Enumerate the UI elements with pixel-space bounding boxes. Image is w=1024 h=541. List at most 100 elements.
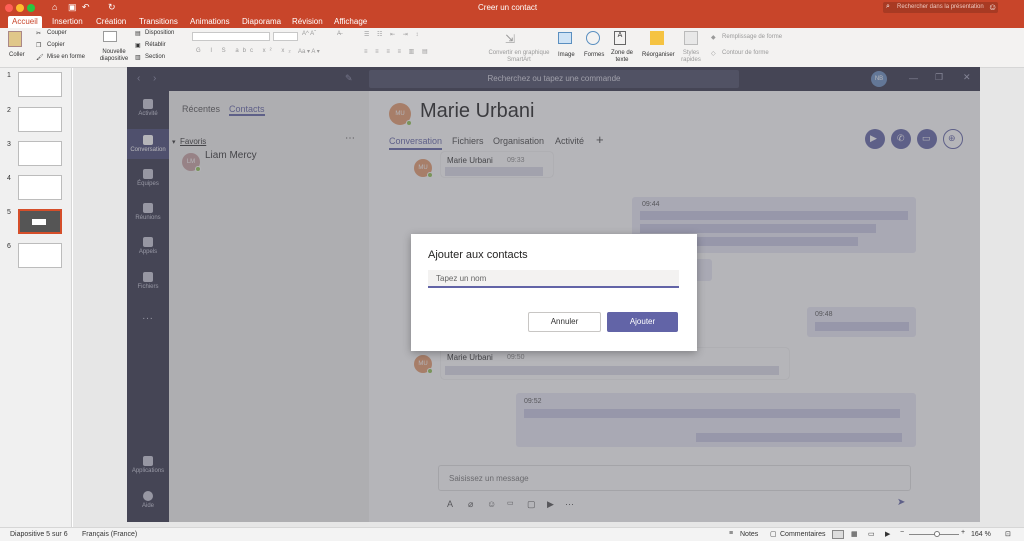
zoom-slider[interactable] [909,531,959,537]
tab-affichage[interactable]: Affichage [330,16,371,28]
normal-view-icon[interactable] [832,530,844,539]
smiley-icon[interactable]: ☺ [988,2,997,12]
shape-fill-button[interactable]: Remplissage de forme [722,34,782,40]
zoom-in-icon[interactable]: + [961,529,965,536]
zoom-window-icon[interactable] [27,4,35,12]
smartart-button[interactable]: Convertir en graphique SmartArt [488,50,550,64]
name-input-placeholder: Tapez un nom [436,274,487,283]
slide-number: 2 [7,107,11,114]
document-search-placeholder: Rechercher dans la présentation [897,4,984,10]
cut-icon[interactable]: ✂ [36,30,41,37]
ribbon: Coller ✂ Couper ❐ Copier 🖌 Mise en forme… [0,28,1024,68]
dialog-title: Ajouter aux contacts [428,249,528,261]
arrange-button[interactable]: Réorganiser [642,52,675,58]
font-style-icons[interactable]: G I S abc x² x₂ [196,48,295,54]
language-status[interactable]: Français (France) [82,531,137,538]
section-icon[interactable]: ▥ [135,54,141,61]
notes-button[interactable]: Notes [740,531,758,538]
tab-diaporama[interactable]: Diaporama [238,16,285,28]
format-painter-button[interactable]: Mise en forme [47,54,85,60]
undo-icon[interactable]: ↶ [82,2,90,13]
teams-window: ‹ › ✎ Recherchez ou tapez une commande N… [127,67,980,522]
shape-outline-button[interactable]: Contour de forme [722,50,769,56]
name-input[interactable]: Tapez un nom [428,270,679,288]
smartart-icon[interactable]: ⇲ [505,32,515,46]
notes-icon[interactable]: ≡ [729,530,733,537]
thumb-dialog [32,219,46,225]
zoom-level[interactable]: 164 % [971,531,991,538]
tab-animations[interactable]: Animations [186,16,234,28]
slide-thumb-1[interactable] [18,72,62,97]
comments-icon[interactable]: ▢ [770,530,777,538]
tab-creation[interactable]: Création [92,16,130,28]
layout-button[interactable]: Disposition [145,30,174,36]
image-button[interactable]: Image [558,52,575,58]
image-icon[interactable] [558,32,572,44]
slide-thumb-6[interactable] [18,243,62,268]
layout-icon[interactable]: ▤ [135,30,141,37]
quick-styles-icon[interactable] [684,31,698,45]
copy-button[interactable]: Copier [47,42,65,48]
close-window-icon[interactable] [5,4,13,12]
tab-accueil[interactable]: Accueil [8,16,42,28]
new-slide-button[interactable]: Nouvelle diapositive [99,49,129,63]
slide-number: 1 [7,72,11,79]
shapes-button[interactable]: Formes [584,52,604,58]
new-slide-icon[interactable] [103,31,117,42]
textbox-button[interactable]: Zone de texte [610,50,634,64]
slide-number: 3 [7,141,11,148]
ribbon-tabs: Accueil Insertion Création Transitions A… [0,16,1024,28]
reset-button[interactable]: Rétablir [145,42,166,48]
document-search[interactable]: ⌕ Rechercher dans la présentation [883,2,998,13]
clear-format-icon[interactable]: A̶ [337,31,341,37]
list-icons[interactable]: ☰ ☷ ⇤ ⇥ ↕ [364,31,421,38]
slide-thumb-4[interactable] [18,175,62,200]
slide-number: 6 [7,243,11,250]
shapes-icon[interactable] [586,31,600,45]
shape-outline-icon[interactable]: ◇ [711,50,716,57]
status-bar: Diapositive 5 sur 6 Français (France) ≡ … [0,527,1024,541]
reset-icon[interactable]: ▣ [135,42,141,49]
tab-insertion[interactable]: Insertion [48,16,87,28]
font-size-select[interactable] [273,32,298,41]
home-icon[interactable]: ⌂ [52,2,57,12]
slide-thumb-2[interactable] [18,107,62,132]
reading-view-icon[interactable]: ▭ [868,530,875,538]
tab-transitions[interactable]: Transitions [135,16,182,28]
redo-icon[interactable]: ↻ [108,2,116,13]
slide-number: 5 [7,209,11,216]
grow-shrink-font-icon[interactable]: A^ Aˇ [302,31,316,37]
cut-button[interactable]: Couper [47,30,67,36]
paste-icon[interactable] [8,31,22,47]
slide-info: Diapositive 5 sur 6 [10,531,68,538]
add-contact-dialog: Ajouter aux contacts Tapez un nom Annule… [411,234,697,351]
quick-styles-button[interactable]: Styles rapides [680,50,702,64]
font-name-select[interactable] [192,32,270,41]
tab-revision[interactable]: Révision [288,16,327,28]
paste-label[interactable]: Coller [9,52,25,58]
align-icons[interactable]: ≡ ≡ ≡ ≡ ▥ ▤ [364,48,431,55]
add-button[interactable]: Ajouter [607,312,678,332]
slide-number: 4 [7,175,11,182]
slide-thumb-3[interactable] [18,141,62,166]
sorter-view-icon[interactable]: ▦ [851,530,858,538]
text-color-icon[interactable]: Aa ▾ A ▾ [298,48,320,55]
textbox-icon[interactable]: A [614,31,626,45]
shape-fill-icon[interactable]: ◆ [711,34,716,41]
slide-thumb-5[interactable] [18,209,62,234]
section-button[interactable]: Section [145,54,165,60]
search-icon: ⌕ [886,3,890,10]
save-icon[interactable]: ▣ [68,2,77,13]
window-title: Creer un contact [478,3,538,12]
zoom-slider-thumb[interactable] [933,531,940,537]
comments-button[interactable]: Commentaires [780,531,826,538]
copy-icon[interactable]: ❐ [36,42,41,49]
format-painter-icon[interactable]: 🖌 [36,54,44,61]
slideshow-view-icon[interactable]: ▶ [885,530,890,538]
zoom-out-icon[interactable]: − [900,529,904,536]
fit-slide-icon[interactable]: ⊡ [1005,530,1011,538]
minimize-window-icon[interactable] [16,4,24,12]
arrange-icon[interactable] [650,31,664,45]
cancel-button[interactable]: Annuler [528,312,601,332]
title-bar: ⌂ ▣ ↶ ↻ Creer un contact ⌕ Rechercher da… [0,0,1024,16]
